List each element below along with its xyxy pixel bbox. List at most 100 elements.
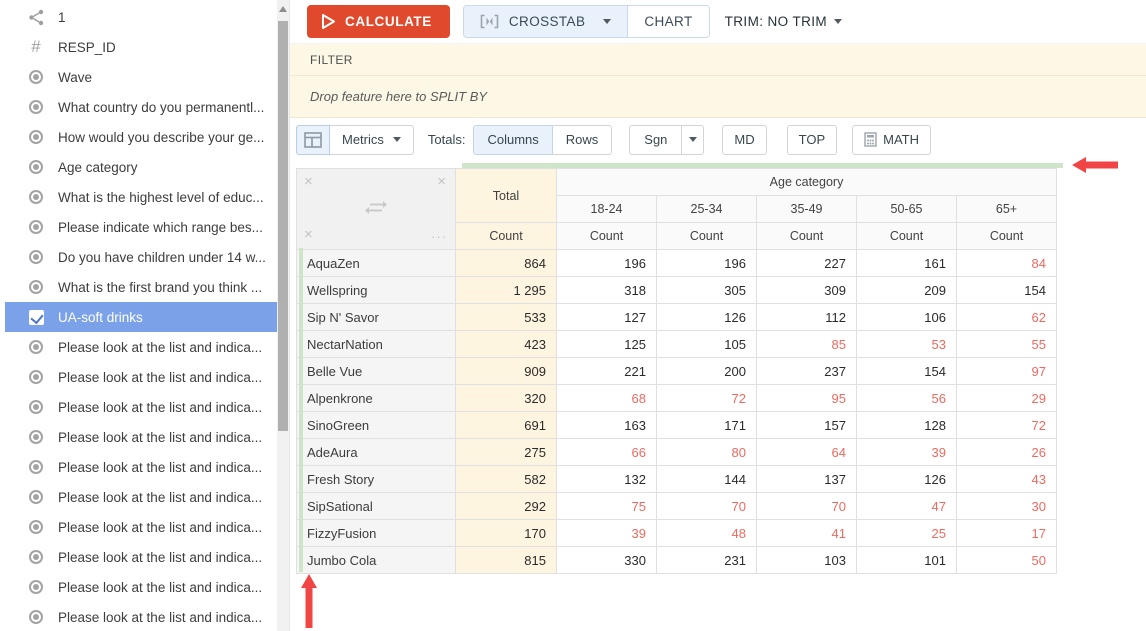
md-button[interactable]: MD <box>722 125 766 155</box>
sidebar-item[interactable]: Please look at the list and indica... <box>5 332 277 362</box>
sidebar-item-label: Please look at the list and indica... <box>58 460 262 475</box>
sidebar-item[interactable]: Age category <box>5 152 277 182</box>
radio-icon <box>27 368 45 386</box>
crosstab-button[interactable]: CROSSTAB <box>464 6 627 37</box>
age-column-header[interactable]: 50-65 <box>857 196 957 223</box>
sidebar-item[interactable]: 1 <box>5 2 277 32</box>
sidebar-item[interactable]: Please look at the list and indica... <box>5 422 277 452</box>
scrollbar-thumb[interactable] <box>278 21 288 431</box>
total-count-cell: 292 <box>456 493 557 520</box>
calculator-icon <box>864 132 877 147</box>
split-group-header[interactable]: Age category <box>557 169 1057 196</box>
remove-columns-icon[interactable]: × <box>437 174 446 189</box>
calculate-button[interactable]: CALCULATE <box>307 5 450 38</box>
totals-rows-button[interactable]: Rows <box>553 125 613 155</box>
trim-dropdown[interactable]: TRIM: NO TRIM <box>725 14 842 29</box>
table-layout-icon <box>304 132 322 148</box>
sidebar-item[interactable]: Please look at the list and indica... <box>5 362 277 392</box>
sidebar-item[interactable]: What is the first brand you think ... <box>5 272 277 302</box>
sidebar-item[interactable]: Please indicate which range bes... <box>5 212 277 242</box>
total-column-header[interactable]: Total <box>456 169 557 223</box>
count-cell: 200 <box>657 358 757 385</box>
swap-axes-icon[interactable] <box>364 200 388 219</box>
sidebar-item[interactable]: Do you have children under 14 w... <box>5 242 277 272</box>
trim-label: TRIM: NO TRIM <box>725 14 827 29</box>
sidebar-item-selected[interactable]: UA-soft drinks <box>5 302 277 332</box>
row-label[interactable]: SinoGreen <box>297 412 456 439</box>
row-label[interactable]: AquaZen <box>297 250 456 277</box>
crosstab-table: × × × ··· <box>296 168 1057 574</box>
count-cell: 84 <box>957 250 1057 277</box>
count-cell: 196 <box>557 250 657 277</box>
total-count-cell: 1 295 <box>456 277 557 304</box>
sidebar-item[interactable]: Please look at the list and indica... <box>5 572 277 602</box>
age-column-header[interactable]: 35-49 <box>757 196 857 223</box>
sidebar-item[interactable]: Please look at the list and indica... <box>5 602 277 631</box>
remove-metric-icon[interactable]: × <box>304 227 313 242</box>
scroll-up-icon[interactable] <box>279 6 287 12</box>
sidebar-item[interactable]: #RESP_ID <box>5 32 277 62</box>
count-cell: 161 <box>857 250 957 277</box>
count-cell: 132 <box>557 466 657 493</box>
significance-group: Sgn <box>629 125 704 155</box>
row-label[interactable]: AdeAura <box>297 439 456 466</box>
sidebar-scrollbar[interactable] <box>277 0 289 631</box>
sidebar-item[interactable]: Please look at the list and indica... <box>5 542 277 572</box>
sidebar-item-label: Please look at the list and indica... <box>58 610 262 625</box>
calculate-label: CALCULATE <box>345 14 432 29</box>
sidebar-item[interactable]: What country do you permanentl... <box>5 92 277 122</box>
count-cell: 126 <box>857 466 957 493</box>
sidebar-item-label: UA-soft drinks <box>58 310 143 325</box>
metric-header: Count <box>657 223 757 250</box>
radio-icon <box>27 128 45 146</box>
radio-icon <box>27 338 45 356</box>
count-cell: 330 <box>557 547 657 574</box>
age-column-header[interactable]: 65+ <box>957 196 1057 223</box>
split-by-dropzone[interactable]: Drop feature here to SPLIT BY <box>289 76 1146 118</box>
chart-button[interactable]: CHART <box>627 6 708 37</box>
sidebar-item-label: What country do you permanentl... <box>58 100 264 115</box>
totals-columns-button[interactable]: Columns <box>473 125 552 155</box>
table-row: Sip N' Savor53312712611210662 <box>297 304 1057 331</box>
sidebar-item[interactable]: Please look at the list and indica... <box>5 482 277 512</box>
count-cell: 209 <box>857 277 957 304</box>
metrics-dropdown[interactable]: Metrics <box>330 125 414 155</box>
sidebar-item-label: What is the highest level of educ... <box>58 190 264 205</box>
sidebar-item[interactable]: What is the highest level of educ... <box>5 182 277 212</box>
sgn-dropdown[interactable] <box>682 125 704 155</box>
table-layout-button[interactable] <box>296 125 330 155</box>
age-column-header[interactable]: 18-24 <box>557 196 657 223</box>
filter-dropzone[interactable]: FILTER <box>289 43 1146 76</box>
sidebar-item[interactable]: Wave <box>5 62 277 92</box>
sidebar-item[interactable]: Please look at the list and indica... <box>5 452 277 482</box>
row-label[interactable]: Belle Vue <box>297 358 456 385</box>
sidebar-item[interactable]: Please look at the list and indica... <box>5 392 277 422</box>
math-button[interactable]: MATH <box>852 125 931 155</box>
columns-label: Columns <box>487 132 538 147</box>
top-button[interactable]: TOP <box>787 125 838 155</box>
age-column-header[interactable]: 25-34 <box>657 196 757 223</box>
count-cell: 127 <box>557 304 657 331</box>
sidebar-item[interactable]: Please look at the list and indica... <box>5 512 277 542</box>
more-options-icon[interactable]: ··· <box>431 230 447 243</box>
row-label[interactable]: Alpenkrone <box>297 385 456 412</box>
row-label[interactable]: FizzyFusion <box>297 520 456 547</box>
remove-rows-icon[interactable]: × <box>304 174 313 189</box>
count-cell: 64 <box>757 439 857 466</box>
count-cell: 26 <box>957 439 1057 466</box>
count-cell: 105 <box>657 331 757 358</box>
row-label[interactable]: Sip N' Savor <box>297 304 456 331</box>
crosstab-area: × × × ··· <box>289 161 1146 631</box>
count-cell: 25 <box>857 520 957 547</box>
row-label[interactable]: Fresh Story <box>297 466 456 493</box>
count-cell: 231 <box>657 547 757 574</box>
sgn-button[interactable]: Sgn <box>629 125 682 155</box>
count-cell: 39 <box>557 520 657 547</box>
table-row: NectarNation423125105855355 <box>297 331 1057 358</box>
totals-toggle-group: Columns Rows <box>473 125 612 155</box>
sidebar-item[interactable]: How would you describe your ge... <box>5 122 277 152</box>
row-label[interactable]: Jumbo Cola <box>297 547 456 574</box>
row-label[interactable]: Wellspring <box>297 277 456 304</box>
row-label[interactable]: SipSational <box>297 493 456 520</box>
row-label[interactable]: NectarNation <box>297 331 456 358</box>
